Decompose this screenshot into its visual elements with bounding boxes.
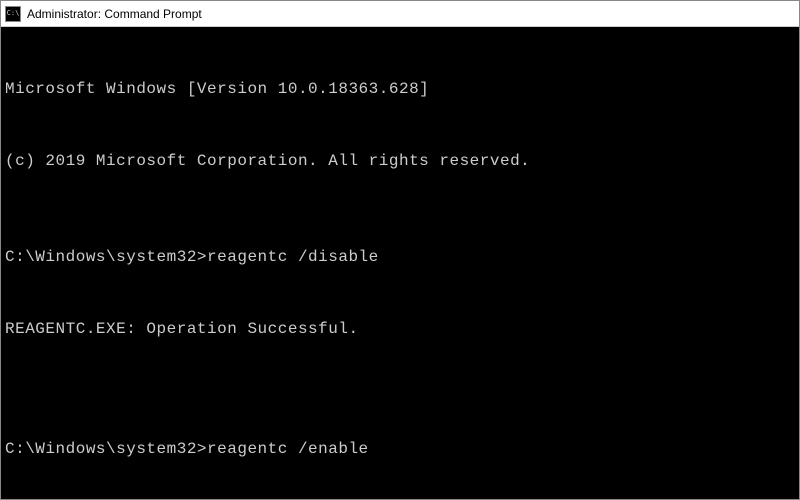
- command-1: reagentc /disable: [207, 248, 379, 266]
- result-1: REAGENTC.EXE: Operation Successful.: [5, 317, 795, 341]
- banner-copyright: (c) 2019 Microsoft Corporation. All righ…: [5, 149, 795, 173]
- titlebar[interactable]: C:\ Administrator: Command Prompt: [1, 1, 799, 27]
- window-title: Administrator: Command Prompt: [27, 7, 795, 21]
- prompt: C:\Windows\system32>: [5, 248, 207, 266]
- app-icon: C:\: [5, 6, 21, 22]
- prompt: C:\Windows\system32>: [5, 440, 207, 458]
- command-prompt-window: C:\ Administrator: Command Prompt Micros…: [0, 0, 800, 500]
- banner-version: Microsoft Windows [Version 10.0.18363.62…: [5, 77, 795, 101]
- command-line-1: C:\Windows\system32>reagentc /disable: [5, 245, 795, 269]
- app-icon-glyph: C:\: [7, 10, 20, 17]
- command-2: reagentc /enable: [207, 440, 369, 458]
- command-line-2: C:\Windows\system32>reagentc /enable: [5, 437, 795, 461]
- terminal-output[interactable]: Microsoft Windows [Version 10.0.18363.62…: [1, 27, 799, 499]
